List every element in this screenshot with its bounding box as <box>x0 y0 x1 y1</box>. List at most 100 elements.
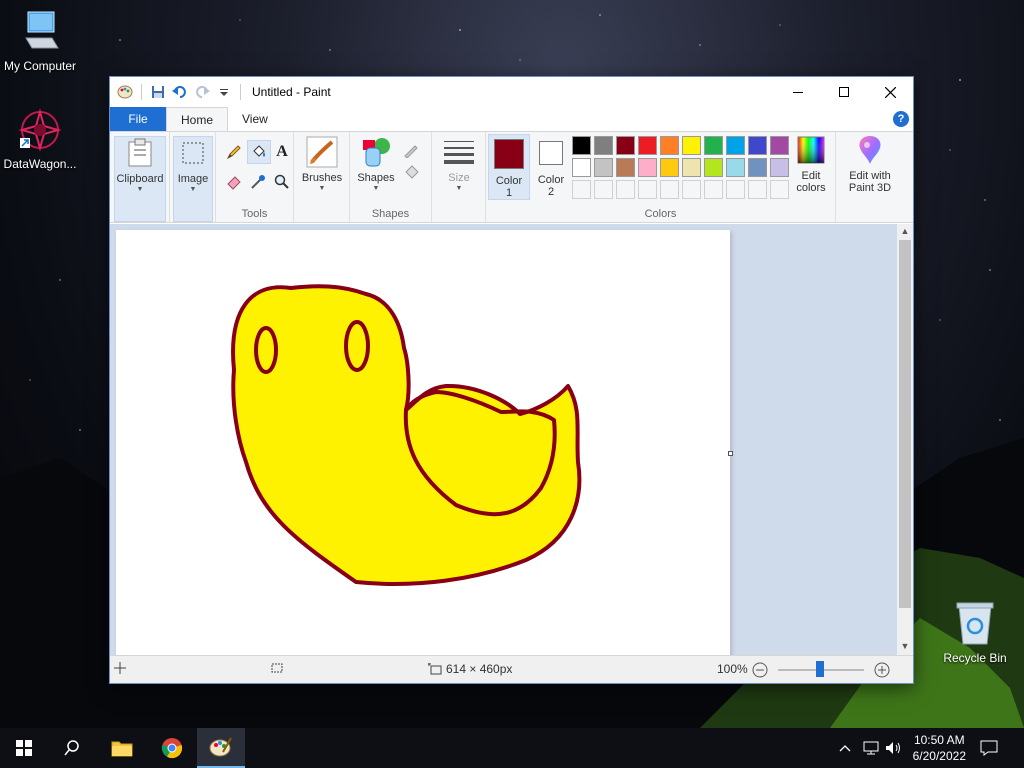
edit-colors-icon <box>795 134 827 166</box>
desktop-icon-recycle-bin[interactable]: Recycle Bin <box>935 600 1015 665</box>
magnifier-icon[interactable] <box>272 172 292 192</box>
text-icon[interactable]: A <box>272 142 292 162</box>
desktop-icon-datawagon[interactable]: DataWagon... <box>0 108 80 171</box>
redo-icon[interactable] <box>193 83 211 101</box>
palette-swatch[interactable] <box>682 136 701 155</box>
canvas-dimensions: 614 × 460px <box>446 662 513 676</box>
palette-custom-slot[interactable] <box>726 180 745 199</box>
color1-button[interactable]: Color 1 <box>488 134 530 200</box>
vertical-scrollbar[interactable]: ▲ ▼ <box>897 224 913 657</box>
palette-swatch[interactable] <box>748 158 767 177</box>
clipboard-button[interactable]: Clipboard ▼ <box>114 136 166 222</box>
zoom-out-icon[interactable] <box>752 662 768 678</box>
scroll-down-icon[interactable]: ▼ <box>897 641 913 655</box>
file-explorer-button[interactable] <box>98 728 146 768</box>
palette-custom-slot[interactable] <box>770 180 789 199</box>
group-paint3d: Edit with Paint 3D <box>836 132 904 222</box>
chevron-down-icon: ▼ <box>372 185 380 192</box>
canvas-size-icon <box>428 663 442 675</box>
desktop-icon-my-computer[interactable]: My Computer <box>0 10 80 73</box>
chrome-button[interactable] <box>148 728 196 768</box>
minimize-button[interactable] <box>775 77 821 107</box>
group-tools: A Tools <box>216 132 294 222</box>
outline-icon[interactable] <box>402 140 422 160</box>
customize-toolbar-chevron-icon[interactable] <box>215 83 233 101</box>
palette-swatch[interactable] <box>638 158 657 177</box>
scroll-up-icon[interactable]: ▲ <box>897 226 913 240</box>
zoom-slider-thumb[interactable] <box>816 661 824 677</box>
separator <box>240 84 241 100</box>
edit-with-paint3d-button[interactable]: Edit with Paint 3D <box>840 134 900 194</box>
palette-swatch[interactable] <box>704 136 723 155</box>
show-hidden-icons-chevron-icon[interactable] <box>838 728 852 768</box>
palette-swatch[interactable] <box>616 136 635 155</box>
palette-custom-slot[interactable] <box>572 180 591 199</box>
ribbon-tabs: File Home View ? <box>110 107 913 131</box>
paint-app-icon[interactable] <box>116 83 134 101</box>
palette-custom-slot[interactable] <box>594 180 613 199</box>
color-picker-icon[interactable] <box>248 172 268 192</box>
palette-custom-slot[interactable] <box>682 180 701 199</box>
notifications-icon[interactable] <box>980 728 998 768</box>
paint-taskbar-button[interactable] <box>197 728 245 768</box>
palette-custom-slot[interactable] <box>638 180 657 199</box>
start-button[interactable] <box>0 728 48 768</box>
palette-swatch[interactable] <box>660 158 679 177</box>
palette-swatch[interactable] <box>726 158 745 177</box>
quick-access-toolbar <box>110 83 244 101</box>
network-icon[interactable] <box>862 728 880 768</box>
group-image: Image ▼ <box>170 132 216 222</box>
shapes-label: Shapes <box>357 172 395 184</box>
brushes-button[interactable]: Brushes ▼ <box>298 136 346 192</box>
palette-custom-slot[interactable] <box>660 180 679 199</box>
search-button[interactable] <box>48 728 96 768</box>
palette-swatch[interactable] <box>704 158 723 177</box>
brush-icon <box>306 136 338 168</box>
palette-swatch[interactable] <box>770 136 789 155</box>
image-button[interactable]: Image ▼ <box>173 136 213 222</box>
canvas-resize-handle[interactable] <box>728 451 733 456</box>
color1-label-line2: 1 <box>505 187 513 199</box>
palette-custom-slot[interactable] <box>748 180 767 199</box>
palette-custom-slot[interactable] <box>616 180 635 199</box>
edit-colors-button[interactable]: Edit colors <box>788 134 834 194</box>
palette-swatch[interactable] <box>594 136 613 155</box>
tab-home[interactable]: Home <box>166 107 229 131</box>
palette-swatch[interactable] <box>594 158 613 177</box>
desktop-icon-label: Recycle Bin <box>943 651 1007 665</box>
clipboard-icon <box>124 137 156 169</box>
zoom-in-icon[interactable] <box>874 662 890 678</box>
group-size: Size ▼ <box>432 132 486 222</box>
palette-swatch[interactable] <box>660 136 679 155</box>
palette-swatch[interactable] <box>770 158 789 177</box>
palette-swatch[interactable] <box>572 158 591 177</box>
fill-icon[interactable] <box>402 162 422 182</box>
maximize-button[interactable] <box>821 77 867 107</box>
undo-icon[interactable] <box>171 83 189 101</box>
fill-bucket-icon[interactable] <box>247 140 271 164</box>
system-clock[interactable]: 10:50 AM 6/20/2022 <box>913 732 966 764</box>
help-button[interactable]: ? <box>893 111 909 127</box>
palette-swatch[interactable] <box>726 136 745 155</box>
volume-icon[interactable] <box>884 728 902 768</box>
scrollbar-thumb[interactable] <box>899 240 911 608</box>
palette-swatch[interactable] <box>572 136 591 155</box>
tab-view[interactable]: View <box>228 107 282 131</box>
palette-swatch[interactable] <box>682 158 701 177</box>
canvas-workspace[interactable] <box>110 224 899 657</box>
pencil-icon[interactable] <box>224 142 244 162</box>
drawing-canvas[interactable] <box>116 230 730 657</box>
tab-file[interactable]: File <box>110 107 166 131</box>
palette-swatch[interactable] <box>616 158 635 177</box>
color2-button[interactable]: Color 2 <box>532 134 570 198</box>
close-button[interactable] <box>867 77 913 107</box>
eraser-icon[interactable] <box>224 172 244 192</box>
shapes-button[interactable]: Shapes ▼ <box>354 136 398 192</box>
save-icon[interactable] <box>149 83 167 101</box>
datawagon-icon <box>18 108 62 152</box>
palette-custom-slot[interactable] <box>704 180 723 199</box>
size-button[interactable]: Size ▼ <box>438 136 480 192</box>
palette-swatch[interactable] <box>748 136 767 155</box>
palette-swatch[interactable] <box>638 136 657 155</box>
group-clipboard: Clipboard ▼ <box>110 132 170 222</box>
